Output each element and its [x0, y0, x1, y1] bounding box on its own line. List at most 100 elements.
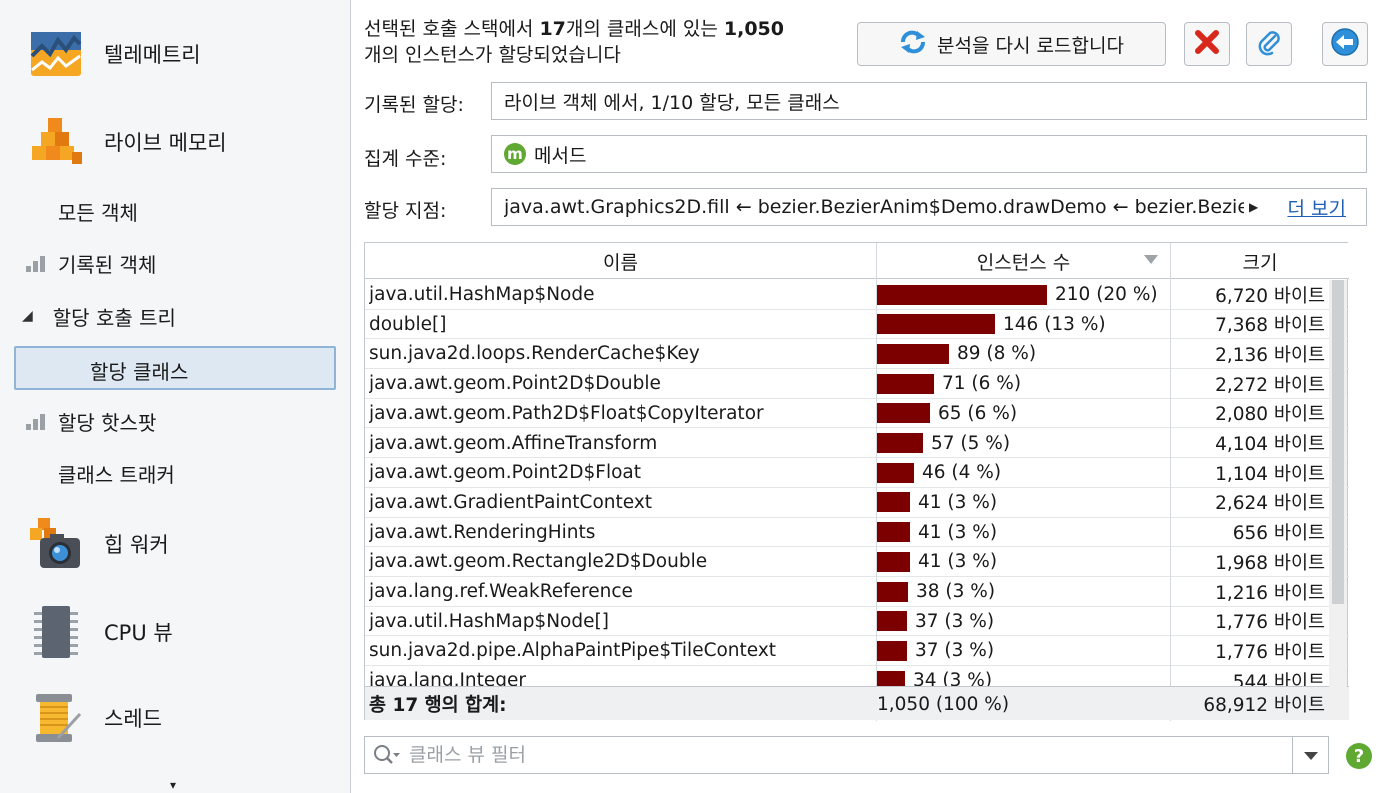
- sidebar-item-label: 클래스 트래커: [58, 462, 175, 487]
- table-row[interactable]: double[] 146 (13 %) 7,368 바이트: [365, 310, 1349, 340]
- filter-dropdown-button[interactable]: [1292, 737, 1328, 773]
- sidebar-item-allocation-call-tree[interactable]: ◢ 할당 호출 트리: [0, 295, 351, 337]
- aggregation-level-label: 집계 수준:: [364, 148, 447, 170]
- reload-button-label: 분석을 다시 로드합니다: [937, 34, 1124, 57]
- table-row[interactable]: java.util.HashMap$Node[] 37 (3 %) 1,776 바이…: [365, 607, 1349, 637]
- instance-count-bar: [877, 403, 930, 424]
- size-cell: 4,104 바이트: [1215, 434, 1325, 455]
- reload-analysis-button[interactable]: 분석을 다시 로드합니다: [857, 22, 1166, 66]
- search-icon: [373, 744, 401, 766]
- table-row[interactable]: java.lang.ref.WeakReference 38 (3 %) 1,216…: [365, 577, 1349, 607]
- aggregation-level-field[interactable]: m 메서드: [491, 135, 1367, 173]
- class-view-filter[interactable]: [364, 736, 1329, 774]
- size-cell: 2,624 바이트: [1215, 493, 1325, 515]
- sidebar-item-allocated-classes[interactable]: 할당 클래스: [14, 346, 336, 390]
- sidebar-item-label: 기록된 객체: [58, 252, 157, 277]
- column-header-label: 크기: [1242, 251, 1278, 274]
- instance-count-bar: [877, 284, 1047, 305]
- sidebar-item-all-objects[interactable]: 모든 객체: [0, 190, 351, 232]
- instance-count-cell: 37 (3 %): [877, 636, 1170, 665]
- sidebar-item-label: 할당 호출 트리: [52, 305, 176, 330]
- sidebar-item-threads[interactable]: 스레드: [0, 678, 351, 758]
- instance-count-bar: [877, 462, 914, 483]
- instance-count-cell: 41 (3 %): [877, 488, 1170, 517]
- sidebar-item-class-tracker[interactable]: 클래스 트래커: [0, 452, 351, 494]
- size-cell: 656 바이트: [1232, 523, 1325, 545]
- instance-count-cell: 57 (5 %): [877, 429, 1170, 458]
- table-row[interactable]: java.awt.geom.Point2D$Double 71 (6 %) 2,27…: [365, 369, 1349, 399]
- totals-count: 1,050 (100 %): [877, 693, 1010, 715]
- overflow-arrow-icon: ▶: [1249, 200, 1259, 214]
- instances-count: 1,050: [723, 18, 784, 40]
- class-name-cell: java.awt.geom.Point2D$Float: [369, 462, 641, 484]
- instance-count-bar: [877, 492, 910, 513]
- instance-count-cell: 89 (8 %): [877, 339, 1170, 368]
- expand-triangle-icon[interactable]: ◢: [22, 308, 33, 324]
- allocated-classes-table: 이름 인스턴스 수 크기 java.util.HashMap$Node 210 (…: [364, 242, 1349, 721]
- sidebar-item-allocation-hotspots[interactable]: 할당 핫스팟: [0, 400, 351, 442]
- instance-count-text: 71 (6 %): [942, 373, 1022, 395]
- scroll-down-arrow-icon[interactable]: ▾: [170, 778, 176, 792]
- sidebar-item-live-memory[interactable]: 라이브 메모리: [0, 102, 351, 182]
- column-header-instance-count[interactable]: 인스턴스 수: [877, 243, 1171, 279]
- instance-count-text: 41 (3 %): [918, 521, 998, 543]
- instance-count-text: 38 (3 %): [916, 581, 996, 602]
- sidebar-item-cpu-views[interactable]: CPU 뷰: [0, 592, 351, 672]
- telemetry-icon: [28, 26, 84, 82]
- table-row[interactable]: java.awt.geom.Path2D$Float$CopyIterator 6…: [365, 399, 1349, 429]
- sidebar-item-telemetry[interactable]: 텔레메트리: [0, 14, 351, 94]
- table-row[interactable]: java.awt.geom.Point2D$Float 46 (4 %) 1,104…: [365, 458, 1349, 488]
- summary-text: 선택된 호출 스택에서: [364, 18, 540, 40]
- instance-count-cell: 146 (13 %): [877, 310, 1170, 339]
- sidebar-item-heap-walker[interactable]: 힙 워커: [0, 504, 351, 584]
- column-header-size[interactable]: 크기: [1171, 243, 1349, 279]
- table-row[interactable]: java.awt.GradientPaintContext 41 (3 %) 2,6…: [365, 488, 1349, 518]
- table-row[interactable]: java.util.HashMap$Node 210 (20 %) 6,720 바이…: [365, 280, 1349, 310]
- allocation-site-field: java.awt.Graphics2D.fill ← bezier.Bezier…: [491, 188, 1367, 226]
- instance-count-bar: [877, 314, 995, 335]
- recorded-allocations-field[interactable]: 라이브 객체 에서, 1/10 할당, 모든 클래스: [491, 82, 1367, 120]
- instance-count-bar: [877, 522, 910, 543]
- table-row[interactable]: java.awt.RenderingHints 41 (3 %) 656 바이트: [365, 518, 1349, 548]
- scrollbar-thumb[interactable]: [1332, 280, 1344, 604]
- reload-icon: [899, 30, 927, 59]
- table-row[interactable]: java.awt.geom.AffineTransform 57 (5 %) 4,1…: [365, 429, 1349, 459]
- instance-count-bar: [877, 670, 905, 686]
- sort-descending-icon: [1144, 255, 1158, 264]
- attach-button[interactable]: [1246, 22, 1292, 66]
- instance-count-text: 34 (3 %): [913, 670, 993, 686]
- classes-count: 17: [539, 18, 566, 40]
- totals-label: 총 17 행의 합계:: [369, 695, 507, 716]
- sidebar-item-label: CPU 뷰: [104, 621, 173, 645]
- table-scrollbar[interactable]: [1329, 280, 1347, 720]
- sidebar-item-label: 텔레메트리: [104, 43, 201, 67]
- show-more-link[interactable]: 더 보기: [1288, 194, 1346, 221]
- class-name-cell: java.awt.geom.Point2D$Double: [369, 373, 661, 395]
- class-name-cell: java.awt.geom.Path2D$Float$CopyIterator: [369, 402, 764, 424]
- instance-count-text: 41 (3 %): [918, 491, 998, 513]
- chevron-down-icon: [1303, 746, 1318, 765]
- help-icon[interactable]: ?: [1346, 743, 1372, 769]
- table-row[interactable]: java.awt.geom.Rectangle2D$Double 41 (3 %)…: [365, 547, 1349, 577]
- allocation-summary: 선택된 호출 스택에서 17개의 클래스에 있는 1,050 개의 인스턴스가 할…: [364, 16, 844, 68]
- filter-input[interactable]: [409, 738, 1269, 772]
- sidebar-item-label: 힙 워커: [104, 533, 169, 557]
- class-name-cell: java.lang.ref.WeakReference: [369, 581, 633, 602]
- size-cell: 2,272 바이트: [1215, 374, 1325, 396]
- instance-count-cell: 46 (4 %): [877, 458, 1170, 487]
- column-header-name[interactable]: 이름: [365, 243, 877, 279]
- paperclip-icon: [1256, 28, 1282, 60]
- class-name-cell: java.util.HashMap$Node: [369, 284, 595, 305]
- instance-count-text: 46 (4 %): [922, 462, 1002, 484]
- table-row[interactable]: sun.java2d.loops.RenderCache$Key 89 (8 %)…: [365, 339, 1349, 370]
- instance-count-bar: [877, 640, 907, 661]
- aggregation-level-value: 메서드: [534, 144, 587, 167]
- back-button[interactable]: [1322, 22, 1368, 66]
- close-analysis-button[interactable]: [1184, 22, 1230, 66]
- size-cell: 1,776 바이트: [1215, 612, 1325, 634]
- instance-count-bar: [877, 611, 907, 632]
- sidebar-item-recorded-objects[interactable]: 기록된 객체: [0, 242, 351, 284]
- table-row[interactable]: java.lang.Integer 34 (3 %) 544 바이트: [365, 666, 1349, 686]
- instance-count-cell: 210 (20 %): [877, 280, 1170, 309]
- table-row[interactable]: sun.java2d.pipe.AlphaPaintPipe$TileConte…: [365, 636, 1349, 667]
